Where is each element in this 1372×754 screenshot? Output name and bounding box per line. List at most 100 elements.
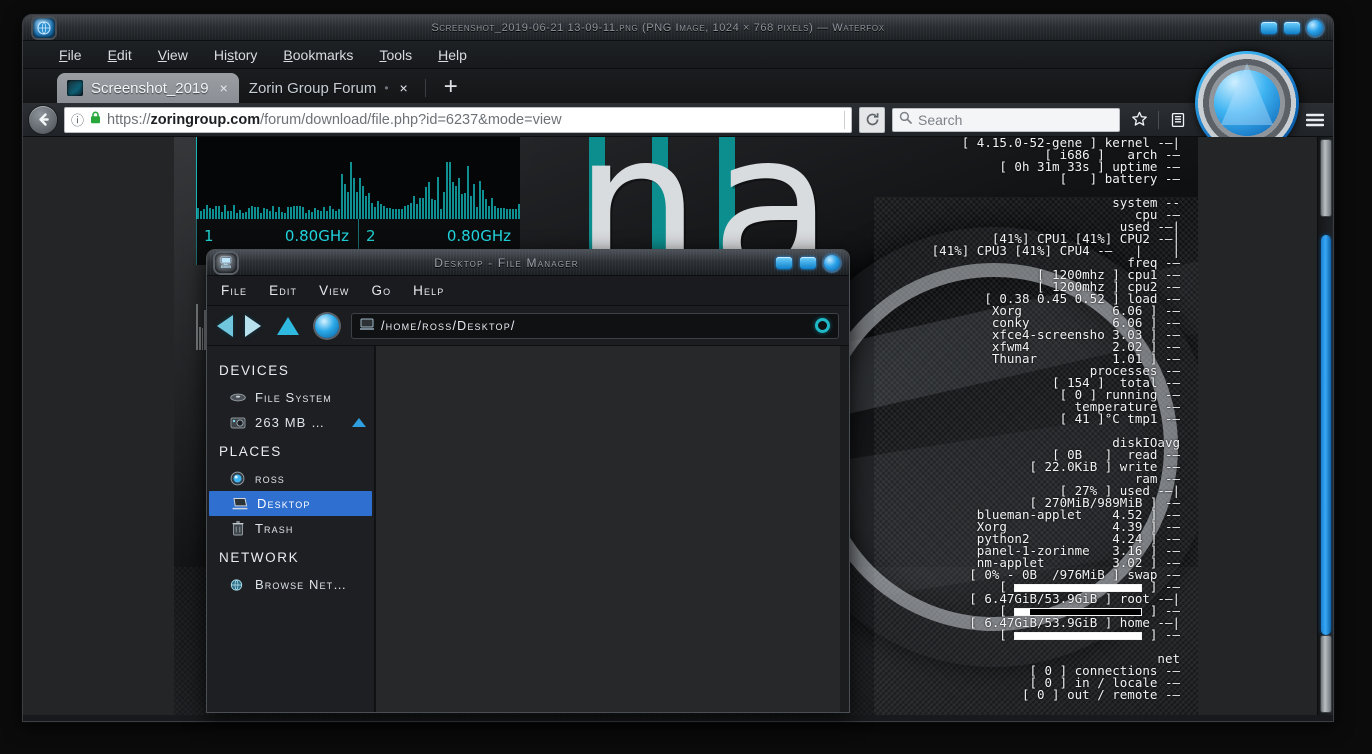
back-button[interactable] — [29, 106, 57, 134]
sidebar-item-ross[interactable]: ross — [207, 466, 374, 491]
home-icon[interactable] — [1272, 108, 1296, 132]
cpu-graph-bar — [383, 206, 385, 219]
menu-tools[interactable]: Tools — [379, 47, 412, 63]
menu-bookmarks[interactable]: Bookmarks — [283, 47, 353, 63]
cpu-graph-bar — [500, 208, 502, 219]
scrollbar-up-track[interactable] — [1320, 139, 1332, 217]
cpu-graph-bar — [503, 208, 505, 219]
search-bar[interactable]: Search — [892, 108, 1120, 132]
hamburger-menu-icon[interactable] — [1303, 108, 1327, 132]
cpu-graph-bar — [317, 210, 319, 219]
menu-view[interactable]: View — [158, 47, 188, 63]
tab-label: Zorin Group Forum — [249, 80, 377, 97]
cpu-graph-bar — [485, 199, 487, 219]
page-info-icon[interactable]: ⓘ — [71, 110, 84, 129]
sidebar-item-media[interactable]: 263 MB … — [207, 410, 374, 435]
new-tab-button[interactable]: + — [444, 75, 458, 103]
path-entry[interactable]: /home/ross/Desktop/ — [351, 313, 839, 339]
home-orb-icon[interactable] — [315, 314, 339, 338]
fm-menu-edit[interactable]: Edit — [269, 283, 297, 298]
cpu-graph-bar — [377, 201, 379, 219]
back-arrow-icon[interactable] — [217, 315, 233, 337]
cpu-graph-bar — [404, 206, 406, 219]
disk-icon — [229, 390, 246, 405]
cpu-graph-bar — [416, 204, 418, 219]
sidebar-item-file-system[interactable]: File System — [207, 385, 374, 410]
desktop-root: Screenshot_2019-06-21 13-09-11.png (PNG … — [0, 0, 1372, 754]
file-manager-sidebar: DEVICES File System — [207, 346, 375, 713]
cpu-graph-bar — [356, 192, 358, 219]
download-arrow-icon[interactable] — [1197, 108, 1221, 132]
reload-button[interactable] — [859, 107, 885, 133]
conky-line: [ 0 ] out / remote -— — [912, 689, 1180, 701]
cpu-graph-bar — [434, 200, 436, 219]
cpu-graph-bar — [506, 209, 508, 219]
minimize-button[interactable] — [776, 257, 792, 269]
maximize-button[interactable] — [800, 257, 816, 269]
cpu-graph-bar — [293, 206, 295, 219]
cpu-graph-bar — [338, 209, 340, 219]
forward-arrow-icon[interactable] — [245, 315, 261, 337]
cpu-core-number: 1 — [204, 227, 214, 245]
bookmark-star-icon[interactable] — [1127, 108, 1151, 132]
sidebar-item-desktop[interactable]: Desktop — [209, 491, 372, 516]
cpu-graph-bar — [494, 206, 496, 219]
tab-zorin-forum[interactable]: Zorin Group Forum • × — [239, 73, 419, 103]
url-bar[interactable]: ⓘ https://zoringroup.com/forum/download/… — [64, 107, 852, 133]
cpu-graph-bar — [449, 162, 451, 219]
cpu-graph-bar — [196, 304, 198, 350]
desktop-icon — [231, 496, 248, 511]
library-icon[interactable] — [1166, 108, 1190, 132]
tab-dot-icon: • — [384, 81, 388, 95]
fm-menu-view[interactable]: View — [319, 283, 349, 298]
cpu-graph-bar — [278, 207, 280, 219]
cpu-graph-bar — [329, 206, 331, 219]
tab-close-icon[interactable]: × — [217, 80, 231, 96]
sidebar-item-browse-network[interactable]: Browse Net… — [207, 572, 374, 597]
fm-menu-help[interactable]: Help — [413, 283, 444, 298]
cpu-graph-bar — [290, 207, 292, 219]
cpu-graph-bar — [269, 211, 271, 219]
minimize-button[interactable] — [1261, 22, 1277, 34]
cpu-graph-bar — [353, 178, 355, 219]
cpu-graph-widget: 1 0.80GHz 2 0.80GHz — [196, 137, 520, 265]
lock-icon — [90, 111, 101, 129]
cpu-graph-bar — [509, 209, 511, 219]
fm-menu-file[interactable]: File — [221, 283, 247, 298]
scrollbar-thumb[interactable] — [1321, 235, 1331, 635]
cpu-graph-bar — [344, 184, 346, 219]
cpu-graph-bar — [227, 211, 229, 219]
close-button[interactable] — [824, 255, 840, 271]
cpu-graph-bar — [296, 206, 298, 219]
cpu-graph-bar — [362, 186, 364, 219]
menu-history[interactable]: History — [214, 47, 258, 63]
tab-close-icon[interactable]: × — [397, 80, 411, 96]
close-button[interactable] — [1307, 20, 1323, 36]
menu-help[interactable]: Help — [438, 47, 467, 63]
sidebar-item-label: ross — [255, 471, 285, 486]
tab-screenshot[interactable]: Screenshot_2019 × — [57, 73, 239, 103]
eject-icon[interactable] — [352, 418, 366, 427]
cpu-graph-bar — [257, 207, 259, 219]
page-scrollbar[interactable] — [1317, 137, 1333, 715]
cpu-graph-bar — [365, 196, 367, 220]
tab-separator — [425, 79, 426, 97]
maximize-button[interactable] — [1284, 22, 1300, 34]
menu-file[interactable]: File — [59, 47, 82, 63]
cpu-graph-bar — [398, 209, 400, 219]
reload-icon[interactable] — [815, 318, 830, 333]
browser-title: Screenshot_2019-06-21 13-09-11.png (PNG … — [55, 22, 1261, 34]
file-listing-pane[interactable] — [375, 346, 849, 713]
cpu-graph-bar — [239, 210, 241, 219]
cpu-graph-bar — [464, 193, 466, 219]
fm-menu-go[interactable]: Go — [371, 283, 391, 298]
urlbar-separator — [844, 111, 845, 129]
cpu-graph-bar — [287, 207, 289, 219]
sidebar-item-trash[interactable]: Trash — [207, 516, 374, 541]
scrollbar-down-track[interactable] — [1320, 635, 1332, 713]
menu-edit[interactable]: Edit — [108, 47, 132, 63]
up-arrow-icon[interactable] — [277, 317, 299, 335]
cpu-graph-bar — [197, 208, 199, 219]
cpu-graph-bar — [491, 198, 493, 219]
file-listing-scrollbar[interactable] — [840, 346, 849, 713]
